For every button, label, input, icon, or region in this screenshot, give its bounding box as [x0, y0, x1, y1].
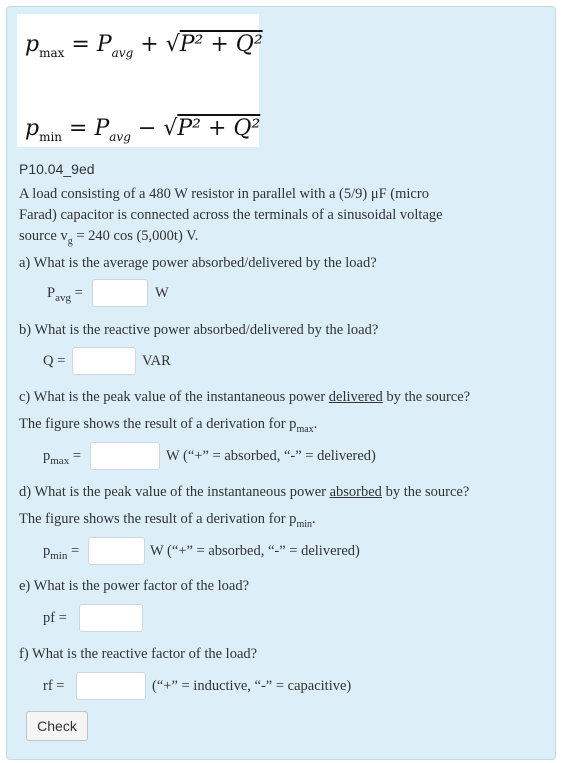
pmax-formula: pmax = Pavg + √P² + Q² [25, 32, 263, 60]
question-b: b) What is the reactive power absorbed/d… [19, 322, 379, 338]
question-f: f) What is the reactive factor of the lo… [19, 646, 258, 662]
pmin-formula: pmin = Pavg − √P² + Q² [25, 116, 261, 144]
label-pmax: pmax = [43, 448, 82, 467]
label-pmin: pmin = [43, 543, 80, 562]
pmin-unit: W (“+” = absorbed, “-” = delivered) [150, 543, 360, 559]
rf-unit: (“+” = inductive, “-” = capacitive) [152, 678, 352, 694]
intro-line-1: A load consisting of a 480 W resistor in… [19, 186, 429, 202]
rf-input[interactable] [76, 672, 146, 700]
formula-image: pmax = Pavg + √P² + Q² pmin = Pavg − √P²… [17, 14, 263, 147]
intro-line-3: source vg = 240 cos (5,000t) V. [19, 228, 199, 247]
label-q: Q = [43, 353, 66, 369]
question-c: c) What is the peak value of the instant… [19, 389, 471, 405]
q-input[interactable] [72, 347, 136, 375]
note-d: The figure shows the result of a derivat… [19, 511, 316, 530]
pavg-unit: W [155, 285, 169, 301]
label-rf: rf = [43, 678, 65, 694]
pf-input[interactable] [79, 604, 143, 632]
q-unit: VAR [142, 353, 171, 369]
check-button[interactable]: Check [26, 711, 88, 741]
question-d: d) What is the peak value of the instant… [19, 484, 470, 500]
pmax-input[interactable] [90, 442, 160, 470]
pavg-input[interactable] [92, 279, 148, 307]
problem-id: P10.04_9ed [19, 161, 95, 177]
pmax-unit: W (“+” = absorbed, “-” = delivered) [166, 448, 376, 464]
pmin-input[interactable] [88, 537, 145, 565]
note-c: The figure shows the result of a derivat… [19, 416, 318, 435]
question-e: e) What is the power factor of the load? [19, 578, 250, 594]
intro-line-2: Farad) capacitor is connected across the… [19, 207, 443, 223]
label-pavg: Pavg = [47, 285, 83, 304]
question-a: a) What is the average power absorbed/de… [19, 255, 377, 271]
label-pf: pf = [43, 610, 67, 626]
